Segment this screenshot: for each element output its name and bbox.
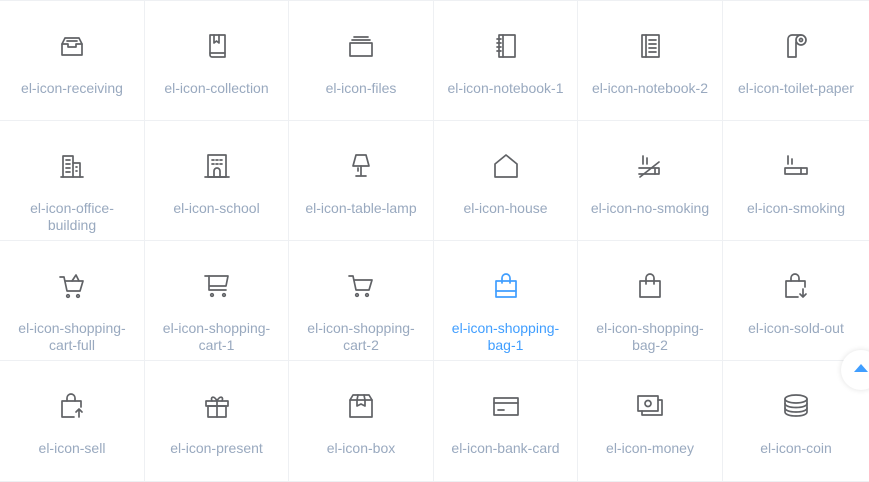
box-icon xyxy=(345,390,377,422)
icon-label: el-icon-notebook-1 xyxy=(447,80,564,96)
icon-cell-house[interactable]: el-icon-house xyxy=(434,121,578,241)
icon-cell-money[interactable]: el-icon-money xyxy=(578,361,723,482)
icon-label: el-icon-receiving xyxy=(21,80,123,96)
icon-label: el-icon-shopping-cart-full xyxy=(18,320,126,353)
shopping-bag-1-icon xyxy=(490,270,522,302)
coin-icon xyxy=(780,390,812,422)
icon-label: el-icon-office-building xyxy=(30,200,114,233)
shopping-cart-1-icon xyxy=(201,270,233,302)
icon-cell-table-lamp[interactable]: el-icon-table-lamp xyxy=(289,121,434,241)
present-icon xyxy=(201,390,233,422)
caret-top-icon xyxy=(854,364,868,372)
icon-cell-shopping-cart-full[interactable]: el-icon-shopping-cart-full xyxy=(0,241,145,361)
notebook-2-icon xyxy=(634,30,666,62)
office-building-icon xyxy=(56,150,88,182)
icon-label: el-icon-shopping-bag-2 xyxy=(596,320,704,353)
icon-grid: el-icon-receiving el-icon-collection el-… xyxy=(0,0,869,482)
icon-label: el-icon-notebook-2 xyxy=(592,80,708,96)
icon-label: el-icon-coin xyxy=(760,440,832,456)
icon-cell-school[interactable]: el-icon-school xyxy=(145,121,289,241)
house-icon xyxy=(490,150,522,182)
icon-cell-notebook-1[interactable]: el-icon-notebook-1 xyxy=(434,1,578,121)
icon-label: el-icon-school xyxy=(173,200,260,216)
icon-cell-collection[interactable]: el-icon-collection xyxy=(145,1,289,121)
icon-label: el-icon-collection xyxy=(164,80,269,96)
icon-cell-notebook-2[interactable]: el-icon-notebook-2 xyxy=(578,1,723,121)
shopping-cart-2-icon xyxy=(345,270,377,302)
icon-cell-receiving[interactable]: el-icon-receiving xyxy=(0,1,145,121)
icon-label: el-icon-shopping-bag-1 xyxy=(451,320,560,353)
icon-label: el-icon-shopping-cart-1 xyxy=(162,320,271,353)
icon-label: el-icon-shopping-cart-2 xyxy=(307,320,415,353)
icon-label: el-icon-box xyxy=(326,440,396,456)
icon-label: el-icon-smoking xyxy=(746,200,846,216)
money-icon xyxy=(634,390,666,422)
icon-cell-sell[interactable]: el-icon-sell xyxy=(0,361,145,482)
icon-label: el-icon-sold-out xyxy=(748,320,844,336)
sell-icon xyxy=(56,390,88,422)
icon-label: el-icon-house xyxy=(463,200,548,216)
collection-icon xyxy=(201,30,233,62)
icon-label: el-icon-toilet-paper xyxy=(738,80,854,96)
smoking-icon xyxy=(780,150,812,182)
icon-label: el-icon-present xyxy=(170,440,263,456)
icon-cell-smoking[interactable]: el-icon-smoking xyxy=(723,121,869,241)
icon-label: el-icon-bank-card xyxy=(451,440,560,456)
icon-cell-no-smoking[interactable]: el-icon-no-smoking xyxy=(578,121,723,241)
icon-cell-bank-card[interactable]: el-icon-bank-card xyxy=(434,361,578,482)
icon-cell-toilet-paper[interactable]: el-icon-toilet-paper xyxy=(723,1,869,121)
icon-label: el-icon-sell xyxy=(38,440,106,456)
school-icon xyxy=(201,150,233,182)
toilet-paper-icon xyxy=(780,30,812,62)
icon-label: el-icon-money xyxy=(606,440,694,456)
receiving-icon xyxy=(56,30,88,62)
shopping-cart-full-icon xyxy=(56,270,88,302)
sold-out-icon xyxy=(780,270,812,302)
icon-cell-office-building[interactable]: el-icon-office-building xyxy=(0,121,145,241)
icon-cell-shopping-cart-2[interactable]: el-icon-shopping-cart-2 xyxy=(289,241,434,361)
icon-cell-shopping-bag-1[interactable]: el-icon-shopping-bag-1 xyxy=(434,241,578,361)
icon-cell-shopping-cart-1[interactable]: el-icon-shopping-cart-1 xyxy=(145,241,289,361)
icon-label: el-icon-table-lamp xyxy=(305,200,417,216)
no-smoking-icon xyxy=(634,150,666,182)
icon-cell-present[interactable]: el-icon-present xyxy=(145,361,289,482)
icon-label: el-icon-files xyxy=(325,80,397,96)
icon-cell-box[interactable]: el-icon-box xyxy=(289,361,434,482)
icon-cell-files[interactable]: el-icon-files xyxy=(289,1,434,121)
icon-cell-sold-out[interactable]: el-icon-sold-out xyxy=(723,241,869,361)
icon-cell-shopping-bag-2[interactable]: el-icon-shopping-bag-2 xyxy=(578,241,723,361)
shopping-bag-2-icon xyxy=(634,270,666,302)
icon-label: el-icon-no-smoking xyxy=(590,200,710,216)
notebook-1-icon xyxy=(490,30,522,62)
bank-card-icon xyxy=(490,390,522,422)
files-icon xyxy=(345,30,377,62)
table-lamp-icon xyxy=(345,150,377,182)
